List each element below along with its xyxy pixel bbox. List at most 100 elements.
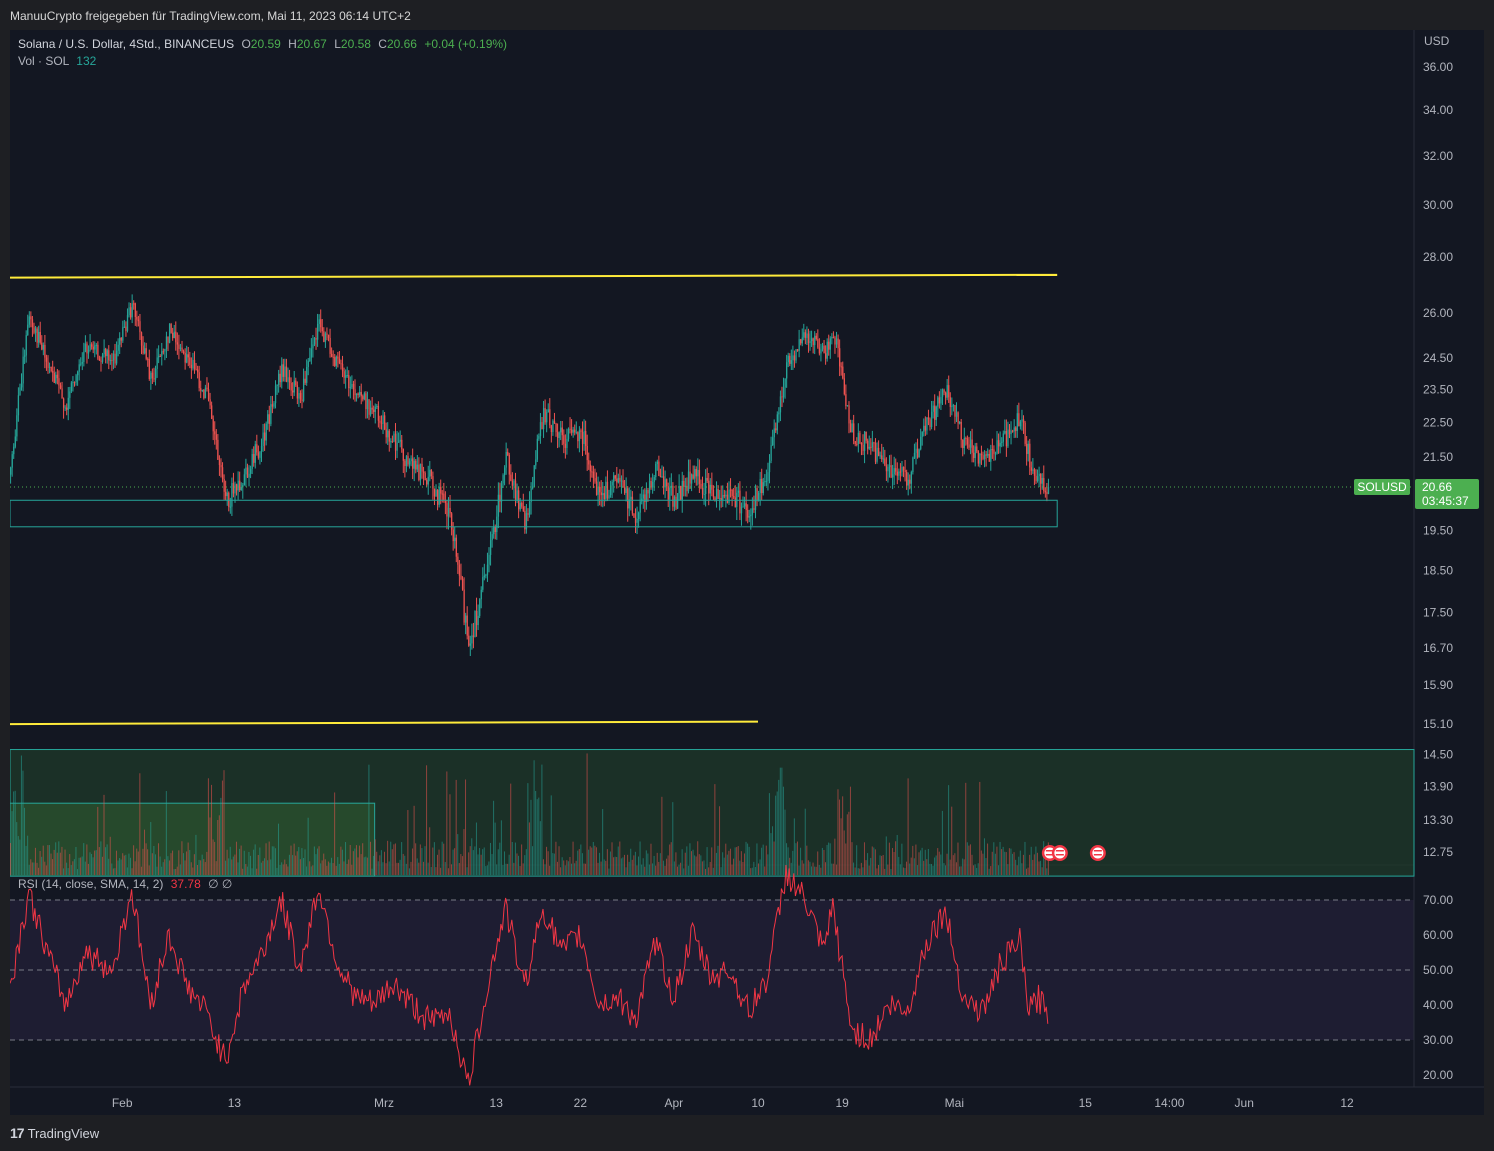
candle-body: [112, 353, 115, 361]
candle-body: [324, 333, 327, 342]
volume-bar: [585, 863, 587, 876]
candle-body: [988, 453, 990, 462]
volume-bar: [974, 864, 976, 876]
us-flag-event-stripe: [1093, 854, 1102, 856]
volume-bar: [580, 844, 582, 876]
volume-bar: [186, 851, 188, 876]
volume-bar: [212, 839, 214, 876]
volume-bar: [126, 867, 128, 876]
rsi-legend: RSI (14, close, SMA, 14, 2) 37.78 ∅ ∅: [18, 877, 232, 891]
chart-svg[interactable]: USD 36.00 34.00 32.00 30.00 28.00 26.00 24.50 23…: [10, 30, 1484, 1115]
volume-bar: [706, 847, 708, 876]
volume-bar: [583, 863, 585, 876]
volume-bar: [782, 786, 784, 876]
volume-bar: [977, 863, 979, 876]
rsi-axis-label: 50.00: [1423, 963, 1453, 977]
candle-body: [220, 464, 222, 468]
volume-bar: [125, 854, 127, 876]
candle-body: [72, 382, 74, 384]
volume-bar: [83, 843, 85, 876]
volume-bar: [778, 779, 780, 876]
candle-body: [535, 459, 537, 466]
footer-brand[interactable]: 17 TradingView: [10, 1125, 99, 1141]
volume-bar: [525, 849, 527, 876]
volume-bar: [821, 847, 823, 876]
candle-body: [412, 458, 414, 469]
volume-bar: [795, 843, 797, 876]
candle-body: [496, 516, 498, 533]
volume-bar: [938, 851, 940, 876]
volume-bar: [845, 843, 847, 876]
candle-body: [92, 346, 94, 350]
volume-bar: [973, 865, 975, 876]
volume-bar: [605, 860, 607, 876]
candle-body: [181, 347, 183, 352]
rsi-label[interactable]: RSI (14, close, SMA, 14, 2): [18, 877, 163, 891]
volume-bar: [302, 858, 304, 876]
candle-body: [613, 475, 615, 482]
price-axis-label: 16.70: [1423, 641, 1453, 655]
candle-body: [243, 474, 246, 485]
candle-body: [477, 615, 479, 626]
volume-bar: [214, 841, 216, 876]
volume-bar: [304, 849, 306, 876]
volume-bar: [857, 868, 859, 876]
candle-body: [167, 336, 169, 343]
candle-body: [471, 635, 473, 644]
candle-body: [415, 460, 417, 470]
volume-bar: [787, 847, 789, 876]
candle-body: [927, 417, 930, 420]
volume-bar: [362, 843, 364, 876]
volume-label[interactable]: Vol · SOL: [18, 54, 69, 68]
chart-area[interactable]: USD 36.00 34.00 32.00 30.00 28.00 26.00 24.50 23…: [10, 30, 1484, 1115]
candle-body: [597, 486, 599, 495]
volume-bar: [164, 859, 166, 876]
candle-body: [1021, 419, 1023, 422]
candle-body: [218, 459, 221, 465]
candle-body: [930, 411, 933, 427]
volume-bar: [346, 863, 348, 876]
candle-body: [20, 383, 23, 388]
candle-body: [56, 374, 59, 379]
symbol-title[interactable]: Solana / U.S. Dollar, 4Std., BINANCEUS: [18, 37, 234, 51]
candle-body: [812, 338, 814, 346]
candle-body: [292, 390, 294, 393]
volume-bar: [955, 862, 957, 876]
volume-bar: [865, 860, 867, 876]
volume-bar: [385, 863, 387, 876]
volume-bar: [747, 843, 749, 876]
volume-bar: [701, 861, 703, 876]
volume-bar: [781, 767, 783, 876]
volume-bar: [720, 867, 722, 876]
candle-body: [1047, 487, 1050, 494]
volume-bar: [111, 863, 113, 876]
time-axis-label: Mai: [945, 1096, 964, 1110]
volume-bar: [733, 858, 735, 876]
volume-bar: [638, 856, 640, 876]
candle-body: [999, 442, 1001, 447]
candle-body: [698, 469, 701, 484]
candle-body: [957, 412, 959, 424]
candle-body: [519, 502, 521, 510]
volume-bar: [215, 861, 217, 876]
candle-body: [759, 478, 761, 493]
candle-body: [644, 494, 646, 503]
candle-body: [874, 442, 877, 462]
volume-bar: [642, 858, 644, 876]
candle-body: [835, 338, 838, 345]
candle-body: [117, 344, 119, 351]
volume-bar: [341, 849, 343, 876]
volume-bar: [669, 844, 671, 876]
volume-bar: [661, 796, 663, 876]
candle-body: [441, 493, 443, 495]
candle-body: [67, 397, 69, 410]
volume-bar: [131, 868, 133, 876]
us-flag-event-face: [1092, 847, 1104, 859]
candle-body: [675, 496, 677, 509]
volume-bar: [581, 853, 583, 876]
candle-body: [150, 372, 152, 379]
time-axis-label: 22: [574, 1096, 588, 1110]
volume-bar: [443, 843, 445, 876]
volume-bar: [513, 862, 515, 876]
candle-body: [620, 480, 623, 482]
